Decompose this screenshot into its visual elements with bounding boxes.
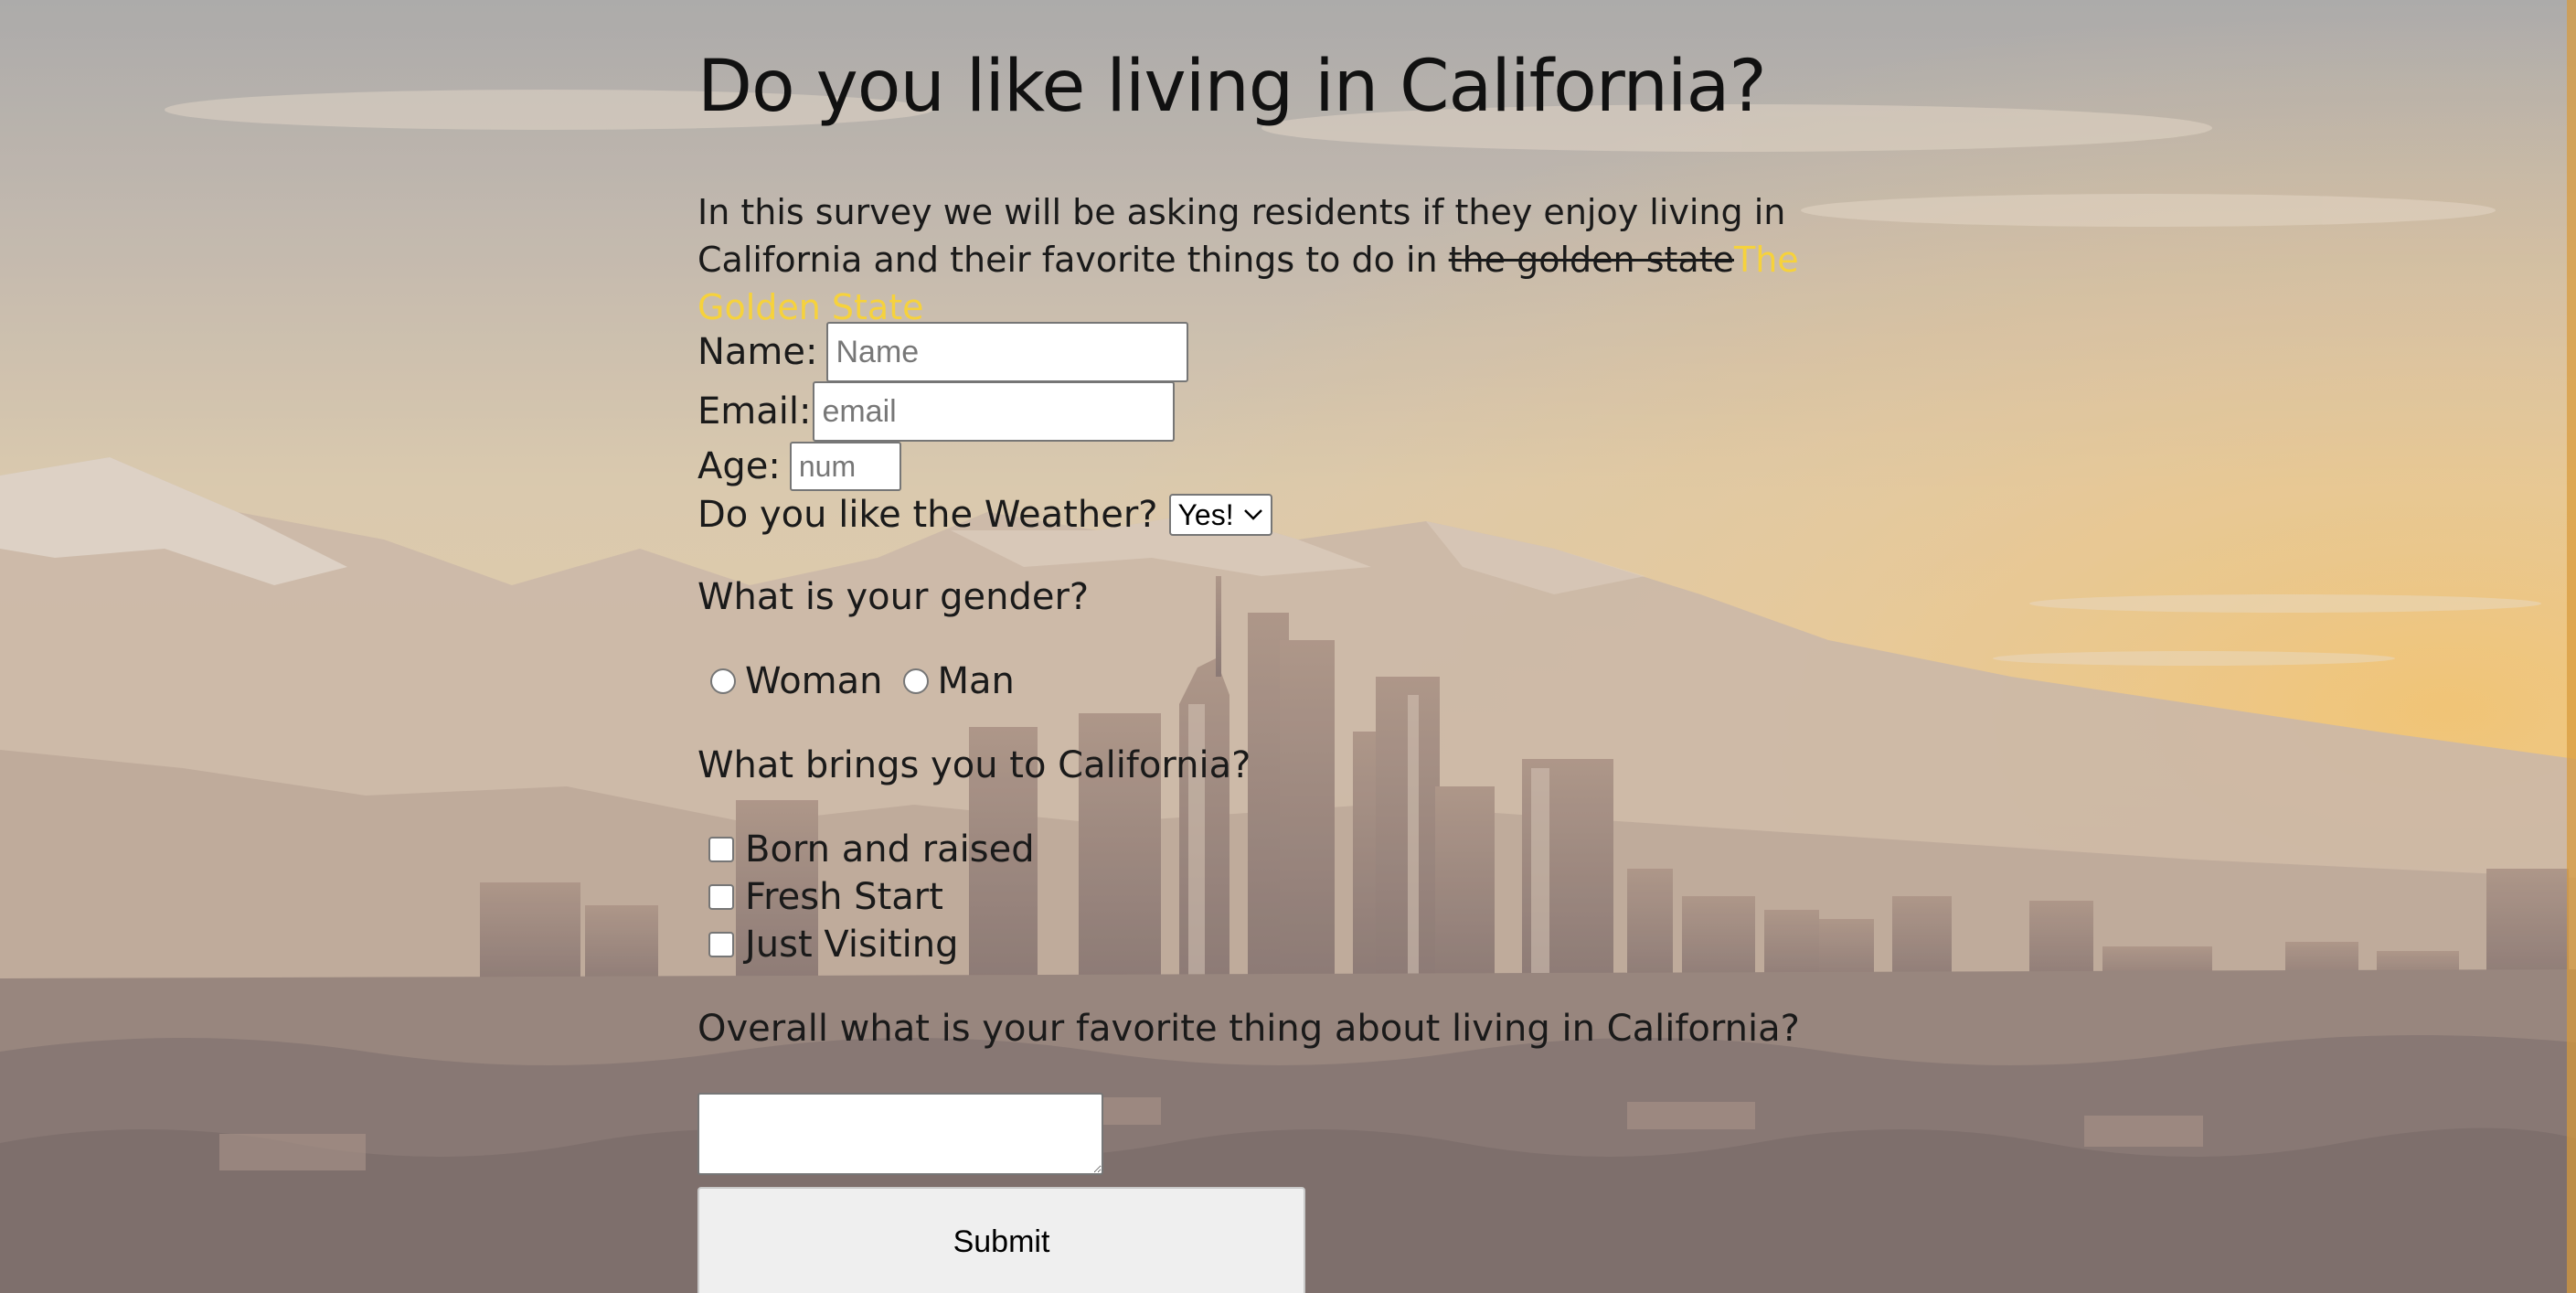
name-row: Name: bbox=[697, 322, 1189, 382]
struck-text: the golden state bbox=[1448, 240, 1734, 280]
email-label: Email: bbox=[697, 390, 812, 433]
fresh-start-checkbox[interactable] bbox=[708, 884, 734, 910]
just-visiting-row: Just Visiting bbox=[697, 924, 958, 966]
age-input[interactable] bbox=[789, 442, 901, 491]
favorite-question: Overall what is your favorite thing abou… bbox=[697, 1008, 1800, 1050]
favorite-question-text: Overall what is your favorite thing abou… bbox=[697, 1008, 1800, 1050]
just-visiting-checkbox[interactable] bbox=[708, 932, 734, 957]
email-row: Email: bbox=[697, 381, 1176, 442]
just-visiting-label[interactable]: Just Visiting bbox=[745, 924, 958, 966]
fresh-start-label[interactable]: Fresh Start bbox=[745, 876, 943, 918]
name-input[interactable] bbox=[826, 322, 1189, 382]
chevron-down-icon bbox=[1243, 509, 1262, 520]
man-label[interactable]: Man bbox=[938, 660, 1015, 702]
born-raised-row: Born and raised bbox=[697, 828, 1035, 871]
page-title: Do you like living in California? bbox=[697, 46, 1767, 128]
favorite-textarea[interactable] bbox=[697, 1093, 1103, 1175]
weather-selected-value: Yes! bbox=[1177, 497, 1234, 531]
man-radio[interactable] bbox=[902, 668, 929, 694]
age-row: Age: bbox=[697, 442, 901, 491]
gender-question-text: What is your gender? bbox=[697, 576, 1090, 618]
fresh-start-row: Fresh Start bbox=[697, 876, 943, 918]
brings-question: What brings you to California? bbox=[697, 744, 1251, 786]
gender-options: Woman Man bbox=[697, 660, 1015, 702]
age-label: Age: bbox=[697, 445, 781, 487]
gender-question: What is your gender? bbox=[697, 576, 1089, 618]
weather-row: Do you like the Weather? Yes! bbox=[697, 494, 1272, 536]
name-label: Name: bbox=[697, 331, 818, 373]
weather-select[interactable]: Yes! bbox=[1168, 494, 1272, 536]
weather-label: Do you like the Weather? bbox=[697, 494, 1158, 536]
submit-button[interactable]: Submit bbox=[697, 1187, 1305, 1293]
woman-label[interactable]: Woman bbox=[745, 660, 883, 702]
born-raised-label[interactable]: Born and raised bbox=[745, 828, 1035, 871]
born-raised-checkbox[interactable] bbox=[708, 837, 734, 862]
brings-question-text: What brings you to California? bbox=[697, 744, 1251, 786]
intro-paragraph: In this survey we will be asking residen… bbox=[697, 188, 1886, 331]
woman-radio[interactable] bbox=[710, 668, 736, 694]
email-input[interactable] bbox=[813, 381, 1176, 442]
